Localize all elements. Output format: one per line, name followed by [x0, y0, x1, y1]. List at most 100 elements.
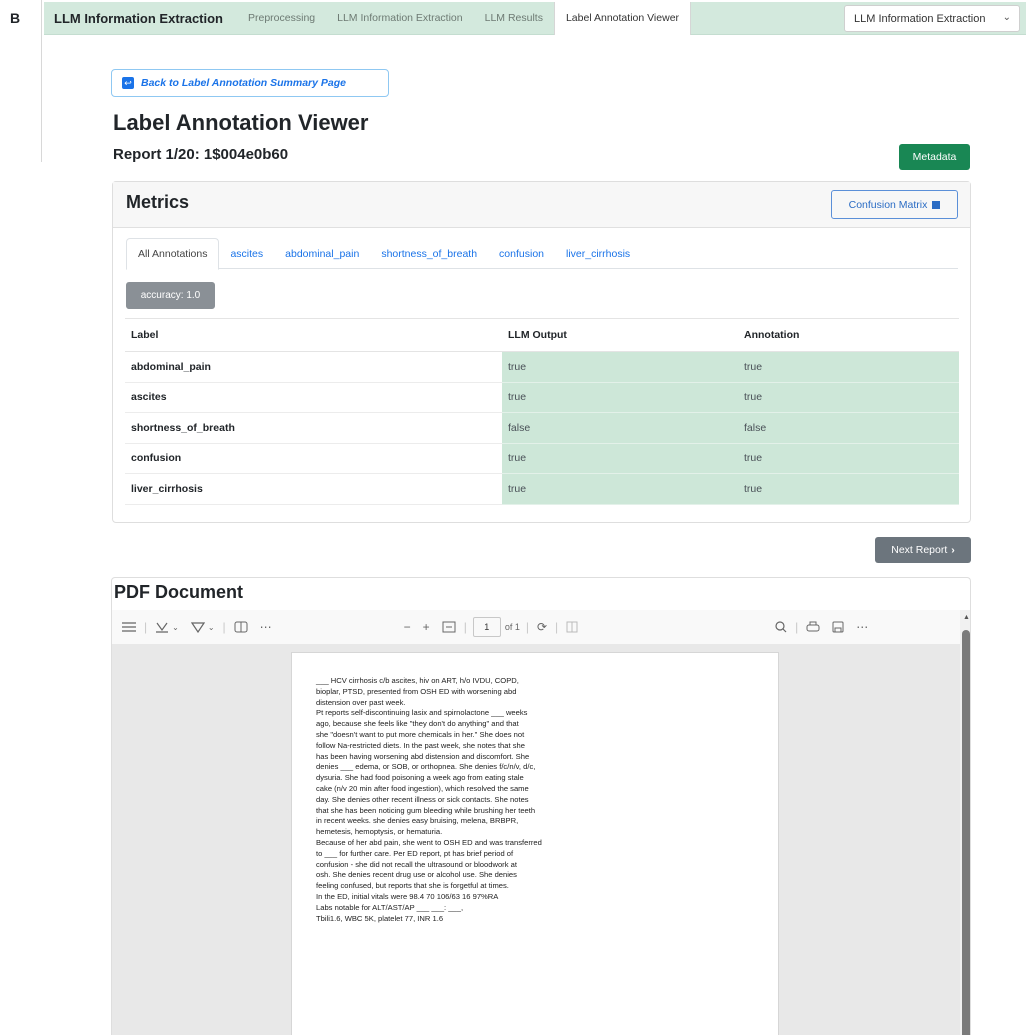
zoom-in-icon[interactable]: + [417, 620, 436, 634]
scrollbar-thumb[interactable] [962, 630, 970, 1035]
figure-label: B [10, 10, 21, 26]
column-header-annotation: Annotation [738, 318, 959, 352]
pdf-text-line: dysuria. She had food poisoning a week a… [316, 773, 524, 783]
page-view-icon[interactable] [560, 621, 584, 633]
divider [41, 0, 42, 162]
back-to-summary-button[interactable]: ↩ Back to Label Annotation Summary Page [111, 69, 389, 97]
toc-icon[interactable] [112, 622, 142, 632]
row-label: confusion [125, 442, 502, 474]
fit-page-icon[interactable] [436, 621, 462, 633]
llm-output-cell: true [502, 442, 738, 474]
pdf-page: ___ HCV cirrhosis c/b ascites, hiv on AR… [291, 652, 779, 1035]
pdf-text-line: she "doesn't want to put more chemicals … [316, 729, 525, 739]
pdf-text-line: confusion - she did not recall the ultra… [316, 859, 517, 869]
llm-output-cell: false [502, 412, 738, 444]
pdf-text-line: bioplar, PTSD, presented from OSH ED wit… [316, 686, 517, 696]
row-label: shortness_of_breath [125, 412, 502, 444]
draw-icon[interactable]: ⌄ [185, 621, 221, 633]
pdf-text-line: Tbili1.6, WBC 5K, platelet 77, INR 1.6 [316, 913, 444, 923]
toolbar-divider: | [463, 620, 467, 634]
table-row: shortness_of_breath false false [125, 412, 959, 444]
metrics-header: Metrics Confusion Matrix [113, 182, 970, 228]
next-report-label: Next Report [891, 544, 948, 556]
zoom-out-icon[interactable]: − [398, 620, 417, 634]
tab-shortness-of-breath[interactable]: shortness_of_breath [370, 238, 488, 269]
pdf-text-line: cake (n/v 20 min after food ingestion), … [316, 783, 529, 793]
toolbar-divider: | [555, 620, 559, 634]
llm-output-cell: true [502, 351, 738, 383]
tab-ascites[interactable]: ascites [219, 238, 274, 269]
pdf-text-line: distension over past week. [316, 697, 406, 707]
nav-tab-preprocessing[interactable]: Preprocessing [237, 2, 326, 35]
highlight-icon[interactable]: ⌄ [149, 621, 185, 633]
accuracy-badge: accuracy: 1.0 [126, 282, 215, 309]
annotation-cell: true [738, 473, 959, 505]
row-label: abdominal_pain [125, 351, 502, 383]
llm-output-cell: true [502, 381, 738, 413]
confusion-matrix-button[interactable]: Confusion Matrix [831, 190, 958, 219]
top-nav: LLM Information Extraction Preprocessing… [44, 1, 1026, 35]
metadata-button[interactable]: Metadata [899, 144, 970, 170]
pdf-text-line: follow Na-restricted diets. In the past … [316, 740, 525, 750]
nav-tab-label-annotation-viewer[interactable]: Label Annotation Viewer [553, 1, 692, 35]
mode-select-value: LLM Information Extraction [854, 12, 986, 25]
pdf-toolbar: | ⌄ ⌄ | ⋯ − + | 1 of 1 | ⟳ | | ⋯ [112, 610, 960, 644]
annotation-cell: true [738, 381, 959, 413]
pdf-text-line: denies ___ edema, or SOB, or orthopnea. … [316, 762, 536, 772]
toolbar-divider: | [222, 620, 226, 634]
view-icon[interactable] [228, 621, 254, 633]
chevron-right-icon: › [951, 544, 955, 556]
report-identifier: Report 1/20: 1$004e0b60 [113, 146, 289, 163]
metrics-card: Metrics Confusion Matrix All Annotations… [112, 181, 971, 523]
pdf-text-line: osh. She denies recent drug use or alcoh… [316, 870, 517, 880]
tab-abdominal-pain[interactable]: abdominal_pain [274, 238, 370, 269]
table-row: liver_cirrhosis true true [125, 473, 959, 505]
pdf-scrollbar[interactable]: ▲ [960, 610, 970, 1035]
pdf-text-line: ago, because she feels like "they don't … [316, 719, 519, 729]
pdf-text-line: in recent weeks. she denies easy bruisin… [316, 816, 519, 826]
pdf-card: PDF Document | ⌄ ⌄ | ⋯ − + | 1 of 1 | ⟳ … [111, 577, 971, 1035]
table-row: confusion true true [125, 442, 959, 474]
toolbar-divider: | [525, 620, 529, 634]
row-label: ascites [125, 381, 502, 413]
next-report-button[interactable]: Next Report › [875, 537, 971, 563]
app-brand[interactable]: LLM Information Extraction [54, 11, 223, 26]
scroll-up-icon[interactable]: ▲ [963, 614, 970, 621]
back-arrow-icon: ↩ [122, 77, 134, 89]
row-label: liver_cirrhosis [125, 473, 502, 505]
mode-select[interactable]: LLM Information Extraction ⌄ [844, 5, 1020, 32]
back-button-label: Back to Label Annotation Summary Page [141, 77, 346, 89]
nav-tab-llm-results[interactable]: LLM Results [474, 2, 554, 35]
pdf-text-line: that she has been noticing gum bleeding … [316, 805, 536, 815]
pdf-text-line: has been having worsening abd distension… [316, 751, 530, 761]
annotation-cell: true [738, 351, 959, 383]
tab-confusion[interactable]: confusion [488, 238, 555, 269]
nav-tab-llm-extraction[interactable]: LLM Information Extraction [326, 2, 473, 35]
page-number-input[interactable]: 1 [472, 617, 501, 637]
tab-all-annotations[interactable]: All Annotations [126, 238, 220, 270]
pdf-text-line: feeling confused, but reports that she i… [316, 881, 509, 891]
pdf-text-line: day. She denies other recent illness or … [316, 794, 529, 804]
more-icon[interactable]: ⋯ [254, 620, 278, 634]
pdf-text-line: Pt reports self-discontinuing lasix and … [316, 708, 528, 718]
column-header-label: Label [125, 318, 502, 352]
metrics-tabs: All Annotations ascites abdominal_pain s… [126, 238, 958, 270]
more-options-icon[interactable]: ⋯ [850, 620, 874, 634]
save-icon[interactable] [826, 621, 850, 633]
search-icon[interactable] [769, 621, 793, 633]
metrics-title: Metrics [126, 192, 190, 212]
table-row: abdominal_pain true true [125, 351, 959, 383]
pdf-text-line: Because of her abd pain, she went to OSH… [316, 837, 542, 847]
pdf-page-text: ___ HCV cirrhosis c/b ascites, hiv on AR… [316, 676, 616, 924]
column-header-llm-output: LLM Output [502, 318, 738, 352]
rotate-icon[interactable]: ⟳ [531, 620, 553, 634]
pdf-title: PDF Document [114, 582, 244, 602]
tab-liver-cirrhosis[interactable]: liver_cirrhosis [555, 238, 641, 269]
table-header-row: Label LLM Output Annotation [125, 318, 959, 352]
annotation-cell: true [738, 442, 959, 474]
pdf-viewport[interactable]: ___ HCV cirrhosis c/b ascites, hiv on AR… [112, 644, 960, 1035]
pdf-text-line: In the ED, initial vitals were 98.4 70 1… [316, 891, 499, 901]
pdf-text-line: hemetesis, hemoptysis, or hematuria. [316, 827, 443, 837]
grid-icon [932, 200, 941, 209]
print-icon[interactable] [800, 621, 826, 633]
